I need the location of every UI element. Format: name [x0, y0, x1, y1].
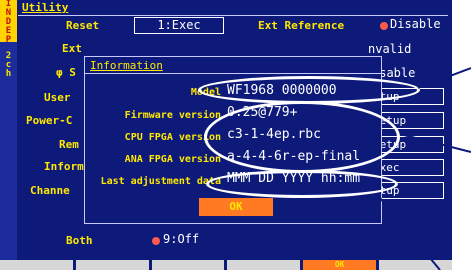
- ext-reference-label: Ext Reference: [258, 19, 345, 32]
- last-adjustment-label: Last adjustment data: [100, 176, 221, 187]
- model-label: Model: [190, 87, 221, 98]
- instrument-screen: INDEP 2ch Utility Reset 1:Exec Ext Refer…: [0, 0, 452, 270]
- firmware-version-value: 0.25@779+: [227, 105, 298, 120]
- channel-indicator: 2ch: [3, 50, 14, 78]
- side-tab: INDEP 2ch: [0, 0, 17, 270]
- information-dialog: Information Model WF1968 0000000 Firmwar…: [84, 56, 382, 224]
- function-key-3[interactable]: [151, 260, 225, 270]
- both-indicator-icon: [152, 237, 160, 245]
- function-key-2[interactable]: [75, 260, 149, 270]
- channel-label: Channe: [30, 184, 70, 197]
- dialog-title-divider: [85, 73, 381, 74]
- last-adjustment-value: MMM DD YYYY hh:mm: [227, 171, 361, 186]
- function-key-ok[interactable]: OK: [303, 260, 377, 270]
- both-value[interactable]: 9:Off: [163, 232, 199, 246]
- function-key-bar: OK: [0, 260, 452, 270]
- user-label: User: [44, 91, 71, 104]
- reset-label: Reset: [66, 19, 100, 32]
- cpu-fpga-version-value: c3-1-4ep.rbc: [227, 127, 321, 142]
- both-label: Both: [66, 234, 93, 247]
- function-key-1[interactable]: [0, 260, 73, 270]
- page-title: Utility: [22, 1, 69, 14]
- model-value: WF1968 0000000: [227, 83, 337, 98]
- indep-mode-indicator: INDEP: [0, 0, 17, 44]
- function-key-4[interactable]: [227, 260, 301, 270]
- ana-fpga-version-label: ANA FPGA version: [124, 154, 221, 165]
- dialog-title: Information: [90, 59, 163, 72]
- reset-value-field[interactable]: 1:Exec: [134, 17, 224, 34]
- power-on-label: Power-C: [26, 114, 73, 127]
- firmware-version-label: Firmware version: [124, 110, 221, 121]
- ext-reference-indicator-icon: [380, 22, 388, 30]
- ext-label: Ext: [62, 42, 82, 55]
- dialog-ok-button[interactable]: OK: [199, 198, 273, 216]
- ext-value[interactable]: nvalid: [368, 42, 411, 56]
- cpu-fpga-version-label: CPU FPGA version: [124, 132, 221, 143]
- remote-label: Rem: [59, 138, 79, 151]
- ana-fpga-version-value: a-4-4-6r-ep-final: [227, 149, 361, 164]
- ext-reference-value[interactable]: Disable: [390, 17, 441, 31]
- phase-sync-label: φ S: [56, 66, 76, 79]
- title-divider: [18, 15, 448, 16]
- function-key-6[interactable]: [379, 260, 452, 270]
- information-label: Inform: [44, 160, 84, 173]
